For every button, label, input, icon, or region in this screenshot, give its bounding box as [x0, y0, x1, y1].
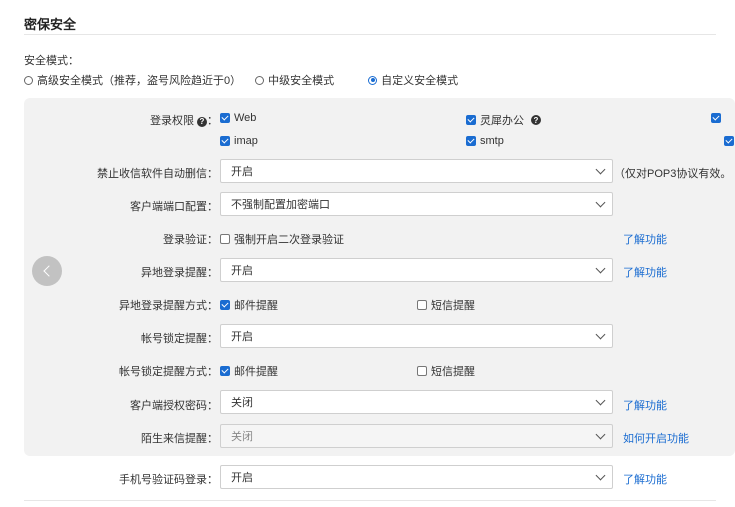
- pop3-note: （仅对POP3协议有效。: [614, 168, 732, 180]
- checkbox-remote-email-label: 邮件提醒: [234, 300, 278, 312]
- checkbox-cutoff-2[interactable]: [724, 136, 735, 146]
- radio-custom-label: 自定义安全模式: [381, 75, 459, 87]
- checkbox-two-step-box[interactable]: [220, 234, 230, 244]
- checkbox-remote-email[interactable]: 邮件提醒: [220, 297, 278, 313]
- radio-advanced-label: 高级安全模式（推荐，盗号风险趋近于0）: [37, 75, 242, 87]
- title-divider: [24, 34, 716, 35]
- checkbox-smtp-box[interactable]: [466, 136, 476, 146]
- checkbox-imap-box[interactable]: [220, 136, 230, 146]
- checkbox-remote-email-box[interactable]: [220, 300, 230, 310]
- checkbox-cutoff-1[interactable]: [711, 113, 721, 123]
- checkbox-lingxi-label: 灵犀办公: [480, 115, 524, 127]
- account-lock-alert-value: 开启: [231, 331, 253, 343]
- account-lock-alert-label: 帐号锁定提醒：: [141, 333, 218, 345]
- checkbox-lock-email-box[interactable]: [220, 366, 230, 376]
- stranger-mail-alert-select[interactable]: 关闭: [220, 424, 613, 448]
- phone-code-login-label: 手机号验证码登录：: [119, 474, 218, 486]
- phone-code-login-select[interactable]: 开启: [220, 465, 613, 489]
- stranger-mail-alert-value: 关闭: [231, 431, 253, 443]
- checkbox-lingxi[interactable]: 灵犀办公?: [466, 112, 541, 128]
- stranger-mail-alert-howto-link[interactable]: 如何开启功能: [623, 430, 689, 446]
- client-port-label: 客户端端口配置：: [130, 201, 218, 213]
- chevron-down-icon: [595, 470, 606, 481]
- remote-login-alert-value: 开启: [231, 265, 253, 277]
- checkbox-smtp-label: smtp: [480, 135, 504, 147]
- bottom-divider: [24, 500, 716, 501]
- client-auth-password-label: 客户端授权密码：: [130, 400, 218, 412]
- checkbox-imap[interactable]: imap: [220, 135, 258, 147]
- checkbox-lock-sms[interactable]: 短信提醒: [417, 363, 475, 379]
- checkbox-remote-sms-label: 短信提醒: [431, 300, 475, 312]
- radio-custom-mode[interactable]: 自定义安全模式: [368, 72, 458, 88]
- client-port-select[interactable]: 不强制配置加密端口: [220, 192, 613, 216]
- checkbox-two-step-label: 强制开启二次登录验证: [234, 234, 344, 246]
- help-icon[interactable]: ?: [531, 115, 541, 125]
- account-lock-method-label: 帐号锁定提醒方式：: [119, 366, 218, 378]
- login-verify-label: 登录验证：: [163, 234, 218, 246]
- section-title: 密保安全: [24, 17, 77, 32]
- remote-login-method-label: 异地登录提醒方式：: [119, 300, 218, 312]
- remote-login-alert-label: 异地登录提醒：: [141, 267, 218, 279]
- client-auth-password-select[interactable]: 关闭: [220, 390, 613, 414]
- chevron-down-icon: [595, 197, 606, 208]
- checkbox-lock-email-label: 邮件提醒: [234, 366, 278, 378]
- auto-delete-select[interactable]: 开启: [220, 159, 613, 183]
- security-mode-radio-group: 高级安全模式（推荐，盗号风险趋近于0） 中级安全模式 自定义安全模式: [24, 72, 472, 88]
- checkbox-remote-sms-box[interactable]: [417, 300, 427, 310]
- radio-medium-mode[interactable]: 中级安全模式: [255, 72, 334, 88]
- checkbox-remote-sms[interactable]: 短信提醒: [417, 297, 475, 313]
- phone-code-login-value: 开启: [231, 472, 253, 484]
- remote-login-alert-learn-link[interactable]: 了解功能: [623, 264, 667, 280]
- client-auth-password-learn-link[interactable]: 了解功能: [623, 397, 667, 413]
- radio-custom-circle[interactable]: [368, 75, 378, 85]
- checkbox-lingxi-box[interactable]: [466, 115, 476, 125]
- help-icon[interactable]: ?: [197, 116, 207, 127]
- chevron-down-icon: [595, 395, 606, 406]
- stranger-mail-alert-label: 陌生来信提醒：: [141, 433, 218, 445]
- radio-medium-circle[interactable]: [255, 75, 265, 85]
- radio-advanced-circle[interactable]: [24, 75, 33, 85]
- login-verify-learn-link[interactable]: 了解功能: [623, 231, 667, 247]
- checkbox-smtp[interactable]: smtp: [466, 135, 504, 147]
- security-mode-label: 安全模式：: [24, 55, 79, 67]
- chevron-down-icon: [595, 263, 606, 274]
- checkbox-web-label: Web: [234, 112, 257, 124]
- remote-login-alert-select[interactable]: 开启: [220, 258, 613, 282]
- login-permission-label: 登录权限: [150, 115, 194, 127]
- chevron-down-icon: [595, 164, 606, 175]
- checkbox-lock-email[interactable]: 邮件提醒: [220, 363, 278, 379]
- radio-medium-label: 中级安全模式: [268, 75, 335, 87]
- auto-delete-value: 开启: [231, 166, 253, 178]
- phone-code-login-learn-link[interactable]: 了解功能: [623, 471, 667, 487]
- chevron-down-icon: [595, 429, 606, 440]
- chevron-down-icon: [595, 329, 606, 340]
- auto-delete-label: 禁止收信软件自动删信：: [97, 168, 218, 180]
- checkbox-web-box[interactable]: [220, 113, 230, 123]
- radio-advanced-mode[interactable]: 高级安全模式（推荐，盗号风险趋近于0）: [24, 72, 241, 88]
- login-permission-colon: ：: [207, 115, 218, 127]
- login-permission-label-group: 登录权限?：: [0, 112, 218, 128]
- checkbox-lock-sms-box[interactable]: [417, 366, 427, 376]
- checkbox-imap-label: imap: [234, 135, 258, 147]
- checkbox-lock-sms-label: 短信提醒: [431, 366, 475, 378]
- checkbox-two-step[interactable]: 强制开启二次登录验证: [220, 231, 344, 247]
- account-lock-alert-select[interactable]: 开启: [220, 324, 613, 348]
- client-port-value: 不强制配置加密端口: [231, 199, 330, 211]
- checkbox-web[interactable]: Web: [220, 112, 256, 124]
- client-auth-password-value: 关闭: [231, 397, 253, 409]
